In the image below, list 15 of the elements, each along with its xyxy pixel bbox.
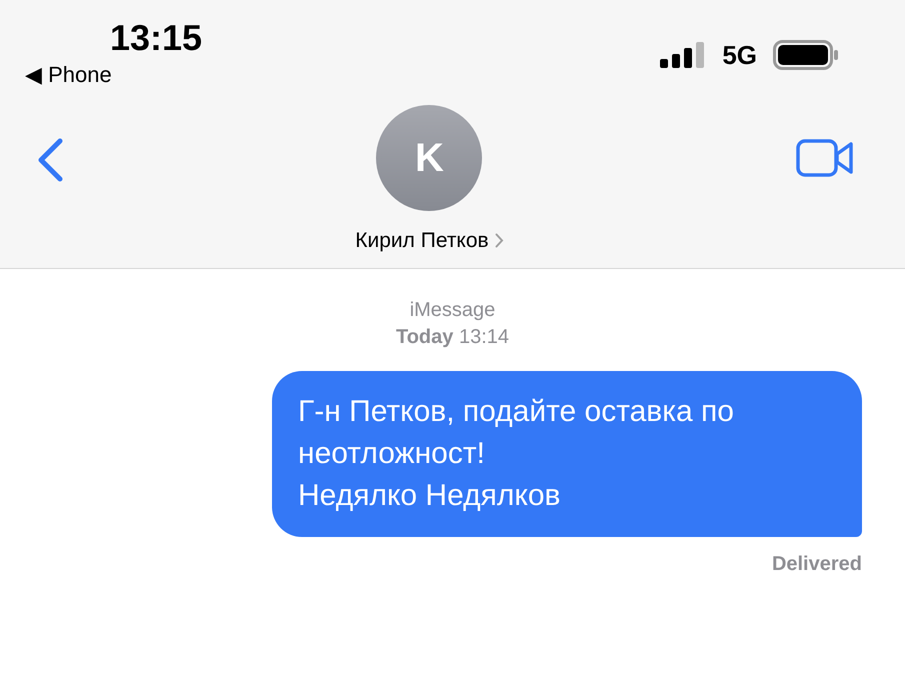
signal-icon bbox=[660, 42, 706, 68]
battery-icon bbox=[773, 40, 839, 70]
message-bubble: Г-н Петков, подайте оставка по неотложност! Недялко Недялков bbox=[272, 371, 862, 537]
message-timestamp: Today 13:14 bbox=[396, 325, 510, 350]
chevron-right-icon bbox=[494, 233, 504, 248]
video-call-button[interactable] bbox=[796, 139, 854, 177]
chevron-left-icon bbox=[37, 138, 63, 182]
network-label: 5G bbox=[722, 40, 757, 70]
back-to-app-link[interactable]: ◀ Phone bbox=[25, 62, 202, 88]
back-button[interactable] bbox=[37, 138, 63, 182]
video-camera-icon bbox=[796, 139, 854, 177]
delivery-status: Delivered bbox=[772, 552, 862, 577]
clock-time: 13:15 bbox=[110, 18, 202, 58]
service-label: iMessage bbox=[410, 298, 496, 323]
contact-name[interactable]: Кирил Петков bbox=[355, 225, 489, 256]
